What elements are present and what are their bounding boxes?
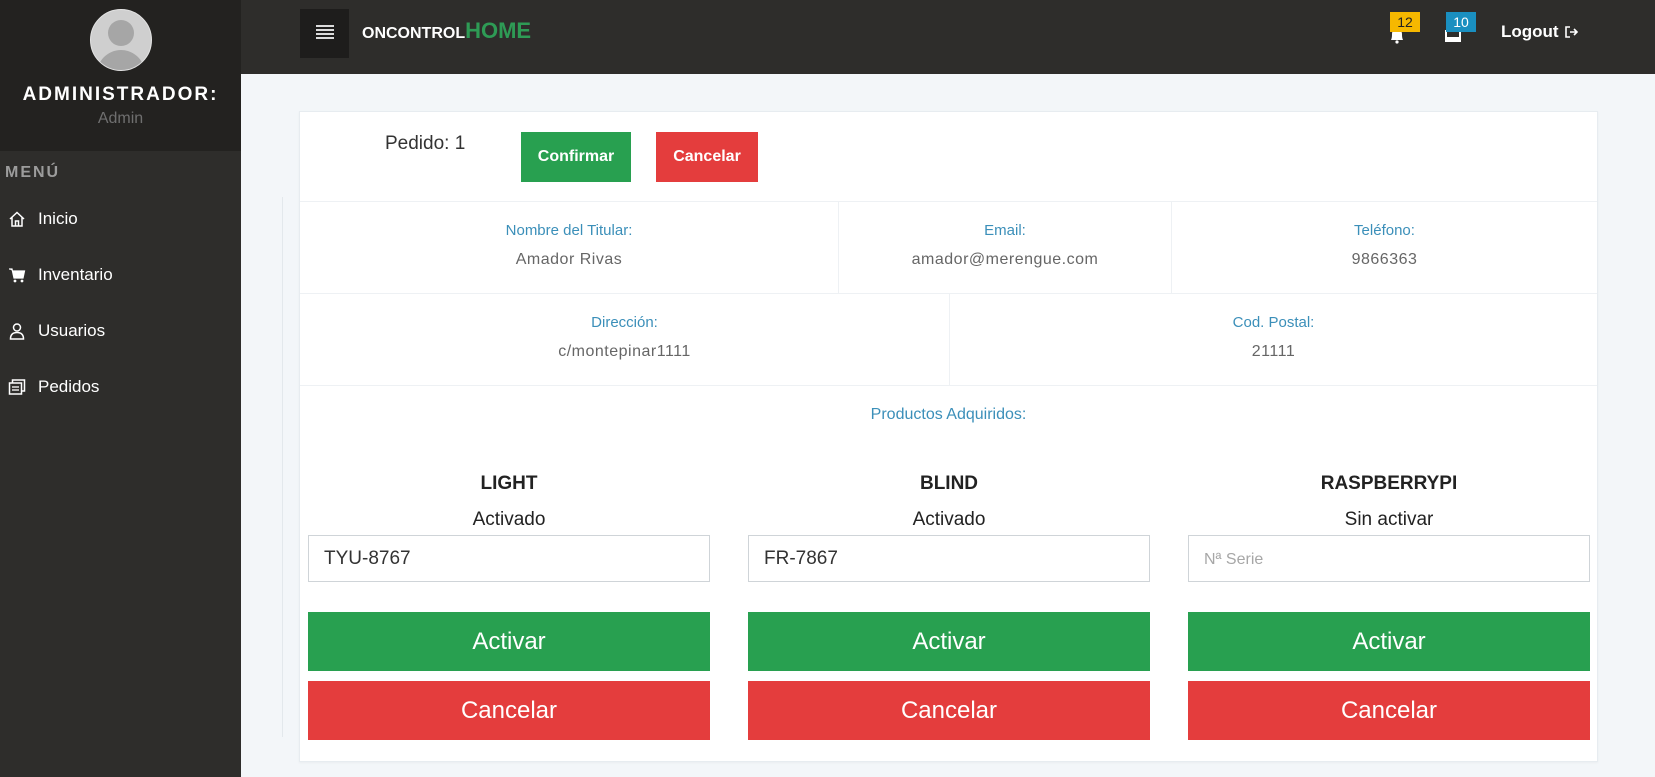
product-card: RASPBERRYPI Sin activar Activar Cancelar: [1188, 460, 1590, 740]
messages-badge: 10: [1446, 12, 1476, 32]
home-icon: [7, 209, 27, 229]
brand-logo[interactable]: ONCONTROLHOME: [362, 18, 531, 44]
user-name: Admin: [97, 110, 144, 127]
topbar: ONCONTROLHOME 12 10 Logout: [241, 0, 1655, 74]
email-value: amador@merengue.com: [911, 251, 1099, 268]
menu-toggle-button[interactable]: [300, 9, 349, 58]
sidebar-item-usuarios[interactable]: Usuarios: [0, 303, 241, 359]
hamburger-icon: [315, 22, 334, 45]
activate-button[interactable]: Activar: [748, 612, 1150, 671]
serial-input[interactable]: [1188, 535, 1590, 582]
address-value: c/montepinar1111: [558, 343, 691, 360]
confirm-order-button[interactable]: Confirmar: [521, 132, 631, 182]
serial-input[interactable]: [748, 535, 1150, 582]
sidebar-item-pedidos[interactable]: Pedidos: [0, 359, 241, 415]
product-card: LIGHT Activado Activar Cancelar: [308, 460, 710, 740]
holder-name-cell: Nombre del Titular: Amador Rivas: [300, 202, 839, 293]
email-label: Email:: [984, 222, 1026, 239]
product-name: BLIND: [919, 473, 979, 494]
product-status: Activado: [912, 509, 986, 530]
order-header: Pedido: 1 Confirmar Cancelar: [300, 112, 1597, 202]
order-title: Pedido: 1: [385, 133, 466, 154]
cancel-product-button[interactable]: Cancelar: [308, 681, 710, 740]
postal-cell: Cod. Postal: 21111: [950, 294, 1597, 385]
sidebar: ADMINISTRADOR: Admin MENÚ Inicio Inventa…: [0, 0, 241, 777]
user-icon: [7, 321, 27, 341]
phone-label: Teléfono:: [1354, 222, 1415, 239]
product-status: Activado: [472, 509, 546, 530]
address-label: Dirección:: [591, 314, 658, 331]
cancel-product-button[interactable]: Cancelar: [748, 681, 1150, 740]
profile-panel: ADMINISTRADOR: Admin: [0, 0, 241, 151]
product-status: Sin activar: [1344, 509, 1434, 530]
holder-name-value: Amador Rivas: [515, 251, 623, 268]
role-label: ADMINISTRADOR:: [22, 84, 219, 105]
sidebar-item-label: Usuarios: [38, 321, 106, 340]
phone-cell: Teléfono: 9866363: [1172, 202, 1597, 293]
sidebar-item-label: Pedidos: [38, 377, 100, 396]
postal-label: Cod. Postal:: [1232, 314, 1315, 331]
postal-value: 21111: [1251, 343, 1296, 360]
product-name: LIGHT: [480, 473, 538, 494]
logout-label: Logout: [1501, 22, 1559, 41]
sidebar-item-inventario[interactable]: Inventario: [0, 247, 241, 303]
activate-button[interactable]: Activar: [1188, 612, 1590, 671]
phone-value: 9866363: [1351, 251, 1418, 268]
email-cell: Email: amador@merengue.com: [839, 202, 1172, 293]
brand-highlight: HOME: [465, 18, 532, 43]
logout-button[interactable]: Logout: [1501, 22, 1579, 42]
avatar: [89, 9, 152, 71]
cart-icon: [7, 265, 27, 285]
address-info-row: Dirección: c/montepinar1111 Cod. Postal:…: [300, 294, 1597, 386]
messages-button[interactable]: 10: [1442, 12, 1476, 44]
notifications-badge: 12: [1390, 12, 1420, 32]
order-card: Pedido: 1 Confirmar Cancelar Nombre del …: [299, 111, 1598, 762]
product-name: RASPBERRYPI: [1320, 473, 1458, 494]
sidebar-item-label: Inventario: [38, 265, 113, 284]
serial-input[interactable]: [308, 535, 710, 582]
cancel-product-button[interactable]: Cancelar: [1188, 681, 1590, 740]
product-card: BLIND Activado Activar Cancelar: [748, 460, 1150, 740]
holder-name-label: Nombre del Titular:: [505, 222, 633, 239]
menu-title: MENÚ: [5, 164, 61, 181]
sidebar-item-inicio[interactable]: Inicio: [0, 191, 241, 247]
holder-info-row: Nombre del Titular: Amador Rivas Email: …: [300, 202, 1597, 294]
cancel-order-button[interactable]: Cancelar: [656, 132, 758, 182]
sidebar-item-label: Inicio: [38, 209, 78, 228]
orders-icon: [7, 377, 27, 397]
products-title: Productos Adquiridos:: [870, 406, 1027, 423]
notifications-button[interactable]: 12: [1386, 12, 1420, 44]
address-cell: Dirección: c/montepinar1111: [300, 294, 950, 385]
brand-prefix: ONCONTROL: [362, 25, 466, 42]
activate-button[interactable]: Activar: [308, 612, 710, 671]
logout-icon: [1564, 25, 1579, 39]
content-divider: [282, 197, 283, 737]
